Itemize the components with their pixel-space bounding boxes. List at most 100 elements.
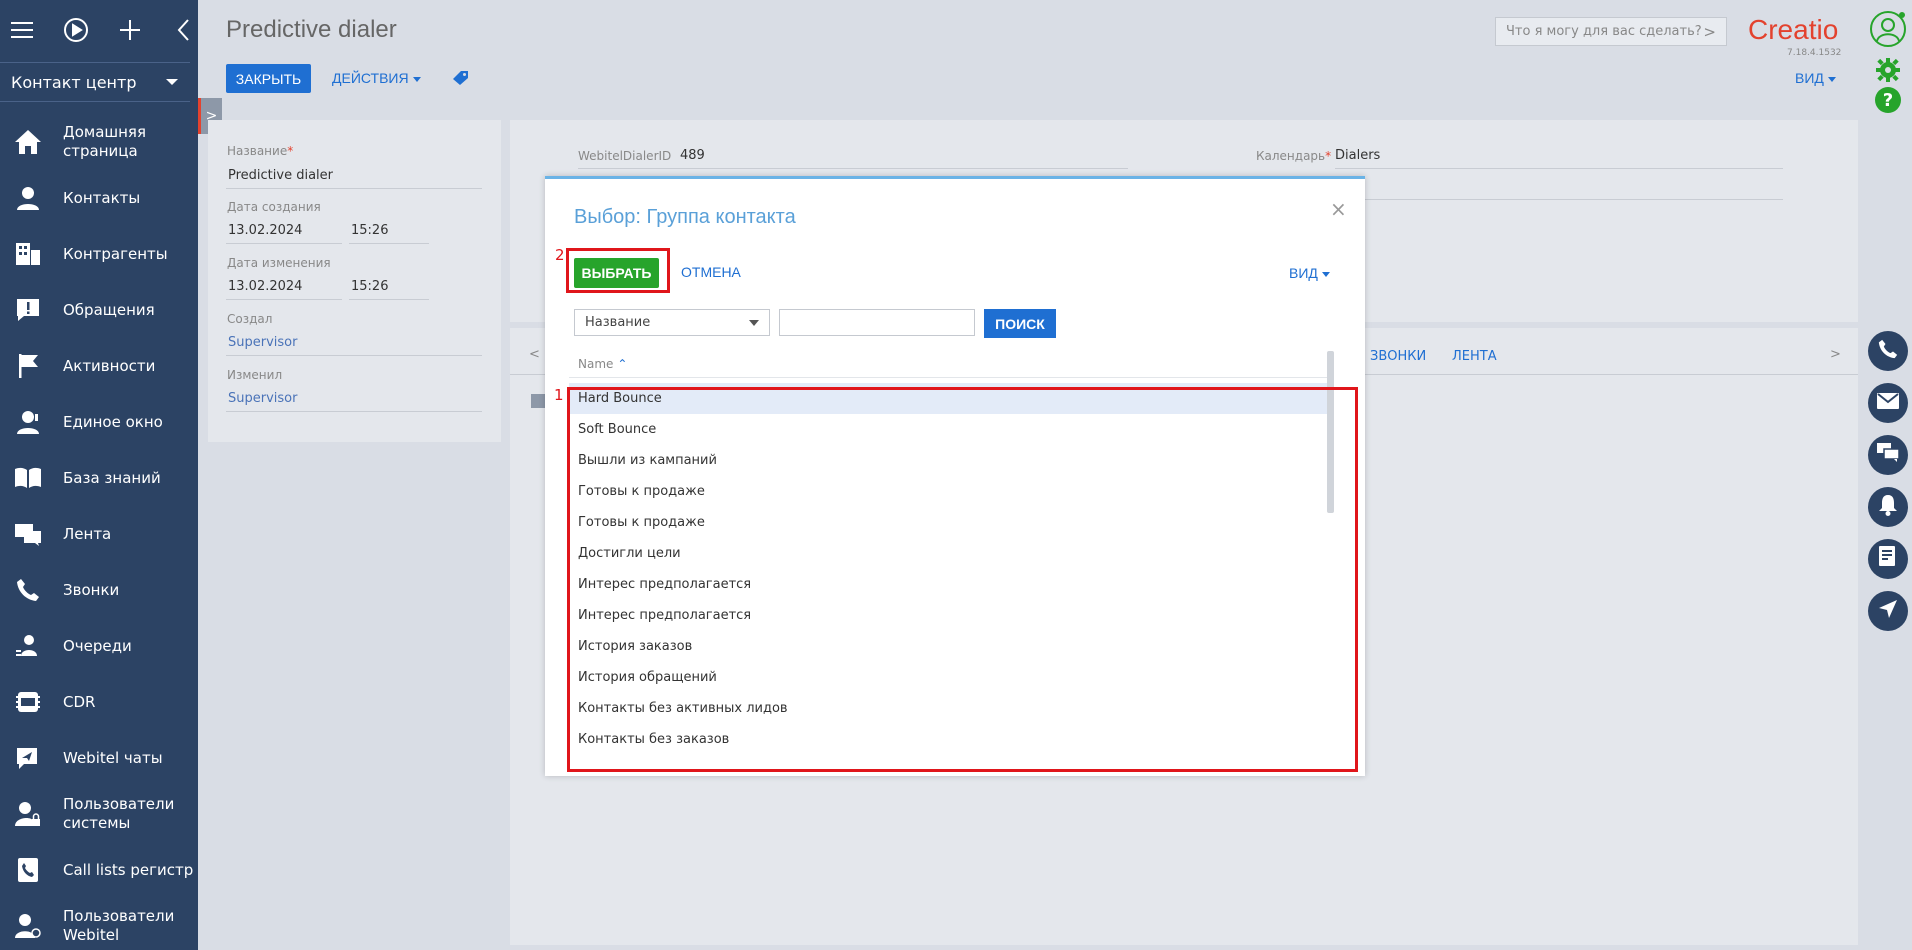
actions-menu-button[interactable]: ДЕЙСТВИЯ — [332, 70, 421, 86]
divider — [349, 299, 429, 300]
plus-icon[interactable] — [116, 16, 144, 44]
tabs-scroll-left-icon[interactable]: < — [529, 347, 540, 362]
play-icon[interactable] — [62, 16, 90, 44]
close-button[interactable]: ЗАКРЫТЬ — [226, 64, 311, 93]
sidebar-item-home[interactable]: Домашняя страница — [0, 114, 198, 170]
name-value[interactable]: Predictive dialer — [228, 168, 333, 183]
call-list-icon — [14, 856, 42, 884]
sidebar-item-accounts[interactable]: Контрагенты — [0, 226, 198, 282]
webitel-panel-button[interactable] — [1868, 591, 1908, 631]
sidebar-nav: Домашняя страница Контакты Контрагенты О… — [0, 114, 198, 950]
left-sidebar: Контакт центр Домашняя страница Контакты… — [0, 0, 198, 950]
sort-asc-icon: ⌃ — [617, 357, 628, 371]
sidebar-item-label: Контрагенты — [63, 244, 168, 263]
filter-column-select[interactable]: Название — [574, 309, 770, 336]
call-center-panel-button[interactable] — [1868, 539, 1908, 579]
search-input[interactable] — [779, 309, 975, 336]
tab-feed[interactable]: ЛЕНТА — [1452, 349, 1497, 364]
right-panel: ? — [1862, 0, 1912, 950]
user-profile-icon[interactable] — [1869, 10, 1907, 52]
created-label: Дата создания — [227, 200, 321, 214]
dialer-id-value[interactable]: 489 — [680, 148, 705, 163]
notifications-panel-button[interactable] — [1868, 487, 1908, 527]
sidebar-item-queues[interactable]: Очереди — [0, 618, 198, 674]
sidebar-item-label: Webitel чаты — [63, 748, 163, 767]
sidebar-toolbar — [0, 0, 198, 60]
annotation-box-select — [566, 248, 670, 293]
sidebar-item-contacts[interactable]: Контакты — [0, 170, 198, 226]
sidebar-item-call-lists[interactable]: Call lists регистр — [0, 842, 198, 898]
creatio-logo: Creatio — [1748, 14, 1839, 45]
divider — [569, 377, 1329, 378]
chevron-down-icon — [1321, 271, 1330, 277]
tabs-scroll-right-icon[interactable]: > — [1830, 347, 1841, 362]
divider — [349, 243, 429, 244]
annotation-box-list — [567, 387, 1358, 772]
command-search-placeholder: Что я могу для вас сделать? — [1506, 24, 1702, 39]
tag-icon[interactable] — [452, 70, 470, 90]
dialog-title: Выбор: Группа контакта — [574, 206, 796, 228]
sidebar-item-system-users[interactable]: Пользователи системы — [0, 786, 198, 842]
alert-chat-icon — [14, 296, 42, 324]
close-icon[interactable]: × — [1330, 197, 1347, 221]
gear-icon[interactable] — [1875, 57, 1901, 87]
chat-panel-button[interactable] — [1868, 435, 1908, 475]
command-search-input[interactable]: Что я могу для вас сделать? > — [1495, 17, 1727, 46]
sidebar-item-activities[interactable]: Активности — [0, 338, 198, 394]
dialer-id-label: WebitelDialerID — [578, 149, 672, 163]
sidebar-item-cases[interactable]: Обращения — [0, 282, 198, 338]
sidebar-item-label: Call lists регистр — [63, 860, 194, 879]
sidebar-item-calls[interactable]: Звонки — [0, 562, 198, 618]
chat-send-icon — [14, 744, 42, 772]
flag-icon — [14, 352, 42, 380]
modified-date[interactable]: 13.02.2024 — [228, 279, 302, 294]
sidebar-item-label: Пользователи Webitel — [63, 907, 175, 944]
agent-icon — [14, 408, 42, 436]
filter-column-value: Название — [585, 315, 651, 330]
column-header-name[interactable]: Name ⌃ — [578, 357, 627, 371]
chevron-down-icon — [166, 79, 178, 85]
collapse-chevron-icon[interactable] — [170, 16, 198, 44]
creator-link[interactable]: Supervisor — [228, 335, 297, 350]
user-webitel-icon — [14, 912, 42, 940]
view-label: ВИД — [1289, 265, 1318, 281]
feed-icon — [14, 520, 42, 548]
modified-time[interactable]: 15:26 — [351, 279, 388, 294]
cancel-button[interactable]: ОТМЕНА — [681, 264, 741, 280]
menu-icon[interactable] — [8, 16, 36, 44]
actions-label: ДЕЙСТВИЯ — [332, 70, 409, 86]
sidebar-item-cdr[interactable]: CDR — [0, 674, 198, 730]
send-icon — [1878, 599, 1898, 623]
sidebar-item-label: Активности — [63, 356, 156, 375]
divider — [578, 168, 1128, 169]
sidebar-item-single-window[interactable]: Единое окно — [0, 394, 198, 450]
name-label: Название* — [227, 144, 294, 158]
sidebar-item-label: Обращения — [63, 300, 155, 319]
workspace-selector[interactable]: Контакт центр — [0, 62, 190, 102]
view-menu-button[interactable]: ВИД — [1795, 70, 1836, 86]
cdr-icon — [14, 688, 42, 716]
search-button[interactable]: ПОИСК — [984, 309, 1056, 338]
sidebar-item-label: Домашняя страница — [63, 123, 146, 160]
email-panel-button[interactable] — [1868, 383, 1908, 423]
sidebar-item-label: Единое окно — [63, 412, 163, 431]
created-time[interactable]: 15:26 — [351, 223, 388, 238]
modifier-link[interactable]: Supervisor — [228, 391, 297, 406]
dialog-view-menu[interactable]: ВИД — [1289, 265, 1330, 281]
sidebar-item-webitel-users[interactable]: Пользователи Webitel — [0, 898, 198, 950]
sidebar-item-knowledge-base[interactable]: База знаний — [0, 450, 198, 506]
sidebar-item-webitel-chats[interactable]: Webitel чаты — [0, 730, 198, 786]
divider — [1335, 199, 1783, 200]
sidebar-item-feed[interactable]: Лента — [0, 506, 198, 562]
divider — [226, 299, 342, 300]
home-icon — [14, 128, 42, 156]
collapse-group-icon[interactable] — [531, 394, 545, 408]
help-icon[interactable]: ? — [1875, 87, 1901, 113]
calendar-value[interactable]: Dialers — [1335, 148, 1380, 163]
created-date[interactable]: 13.02.2024 — [228, 223, 302, 238]
queue-icon — [14, 632, 42, 660]
modifier-label: Изменил — [227, 368, 283, 382]
tab-calls[interactable]: ЗВОНКИ — [1370, 349, 1426, 364]
phone-panel-button[interactable] — [1868, 331, 1908, 371]
chevron-down-icon — [1827, 76, 1836, 82]
